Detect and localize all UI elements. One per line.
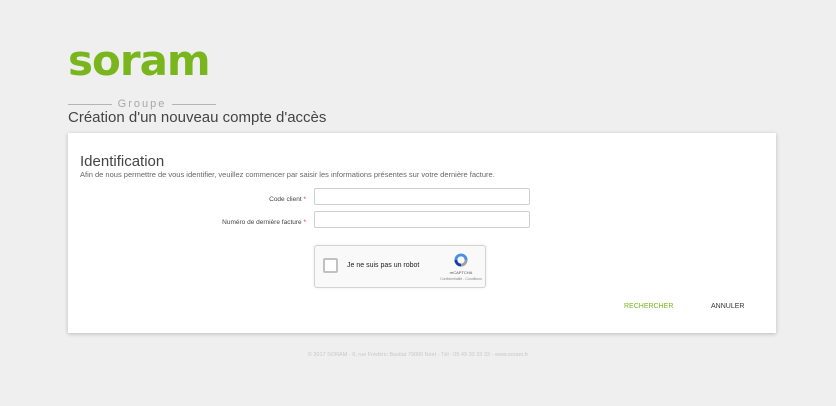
brand-logo: soram Groupe — [68, 36, 218, 110]
client-code-label-text: Code client — [269, 196, 302, 203]
client-code-input[interactable] — [314, 188, 530, 205]
divider — [68, 103, 112, 105]
required-mark: * — [303, 219, 306, 226]
required-mark: * — [303, 196, 306, 203]
invoice-number-label-text: Numéro de dernière facture — [222, 219, 302, 226]
invoice-number-label: Numéro de dernière facture * — [222, 219, 306, 226]
recaptcha-terms-link[interactable]: Confidentialité - Conditions — [437, 277, 485, 281]
search-button[interactable]: RECHERCHER — [624, 303, 673, 310]
footer-text: © 2017 SORAM - 8, rue Frédéric Bastiat 7… — [307, 352, 529, 358]
recaptcha-widget: Je ne suis pas un robot reCAPTCHA Confid… — [314, 245, 486, 288]
client-code-label: Code client * — [269, 196, 306, 203]
invoice-number-input[interactable] — [314, 211, 530, 228]
identification-card: Identification Afin de nous permettre de… — [68, 133, 776, 333]
cancel-button[interactable]: ANNULER — [711, 303, 744, 310]
recaptcha-checkbox[interactable] — [323, 258, 338, 273]
recaptcha-brand: reCAPTCHA — [449, 270, 473, 275]
section-description: Afin de nous permettre de vous identifie… — [80, 170, 495, 179]
recaptcha-icon — [454, 253, 468, 267]
page-title: Création d'un nouveau compte d'accès — [68, 109, 327, 126]
recaptcha-label: Je ne suis pas un robot — [347, 262, 420, 269]
divider — [172, 103, 217, 105]
brand-name: soram — [68, 36, 211, 85]
section-title: Identification — [80, 153, 165, 170]
